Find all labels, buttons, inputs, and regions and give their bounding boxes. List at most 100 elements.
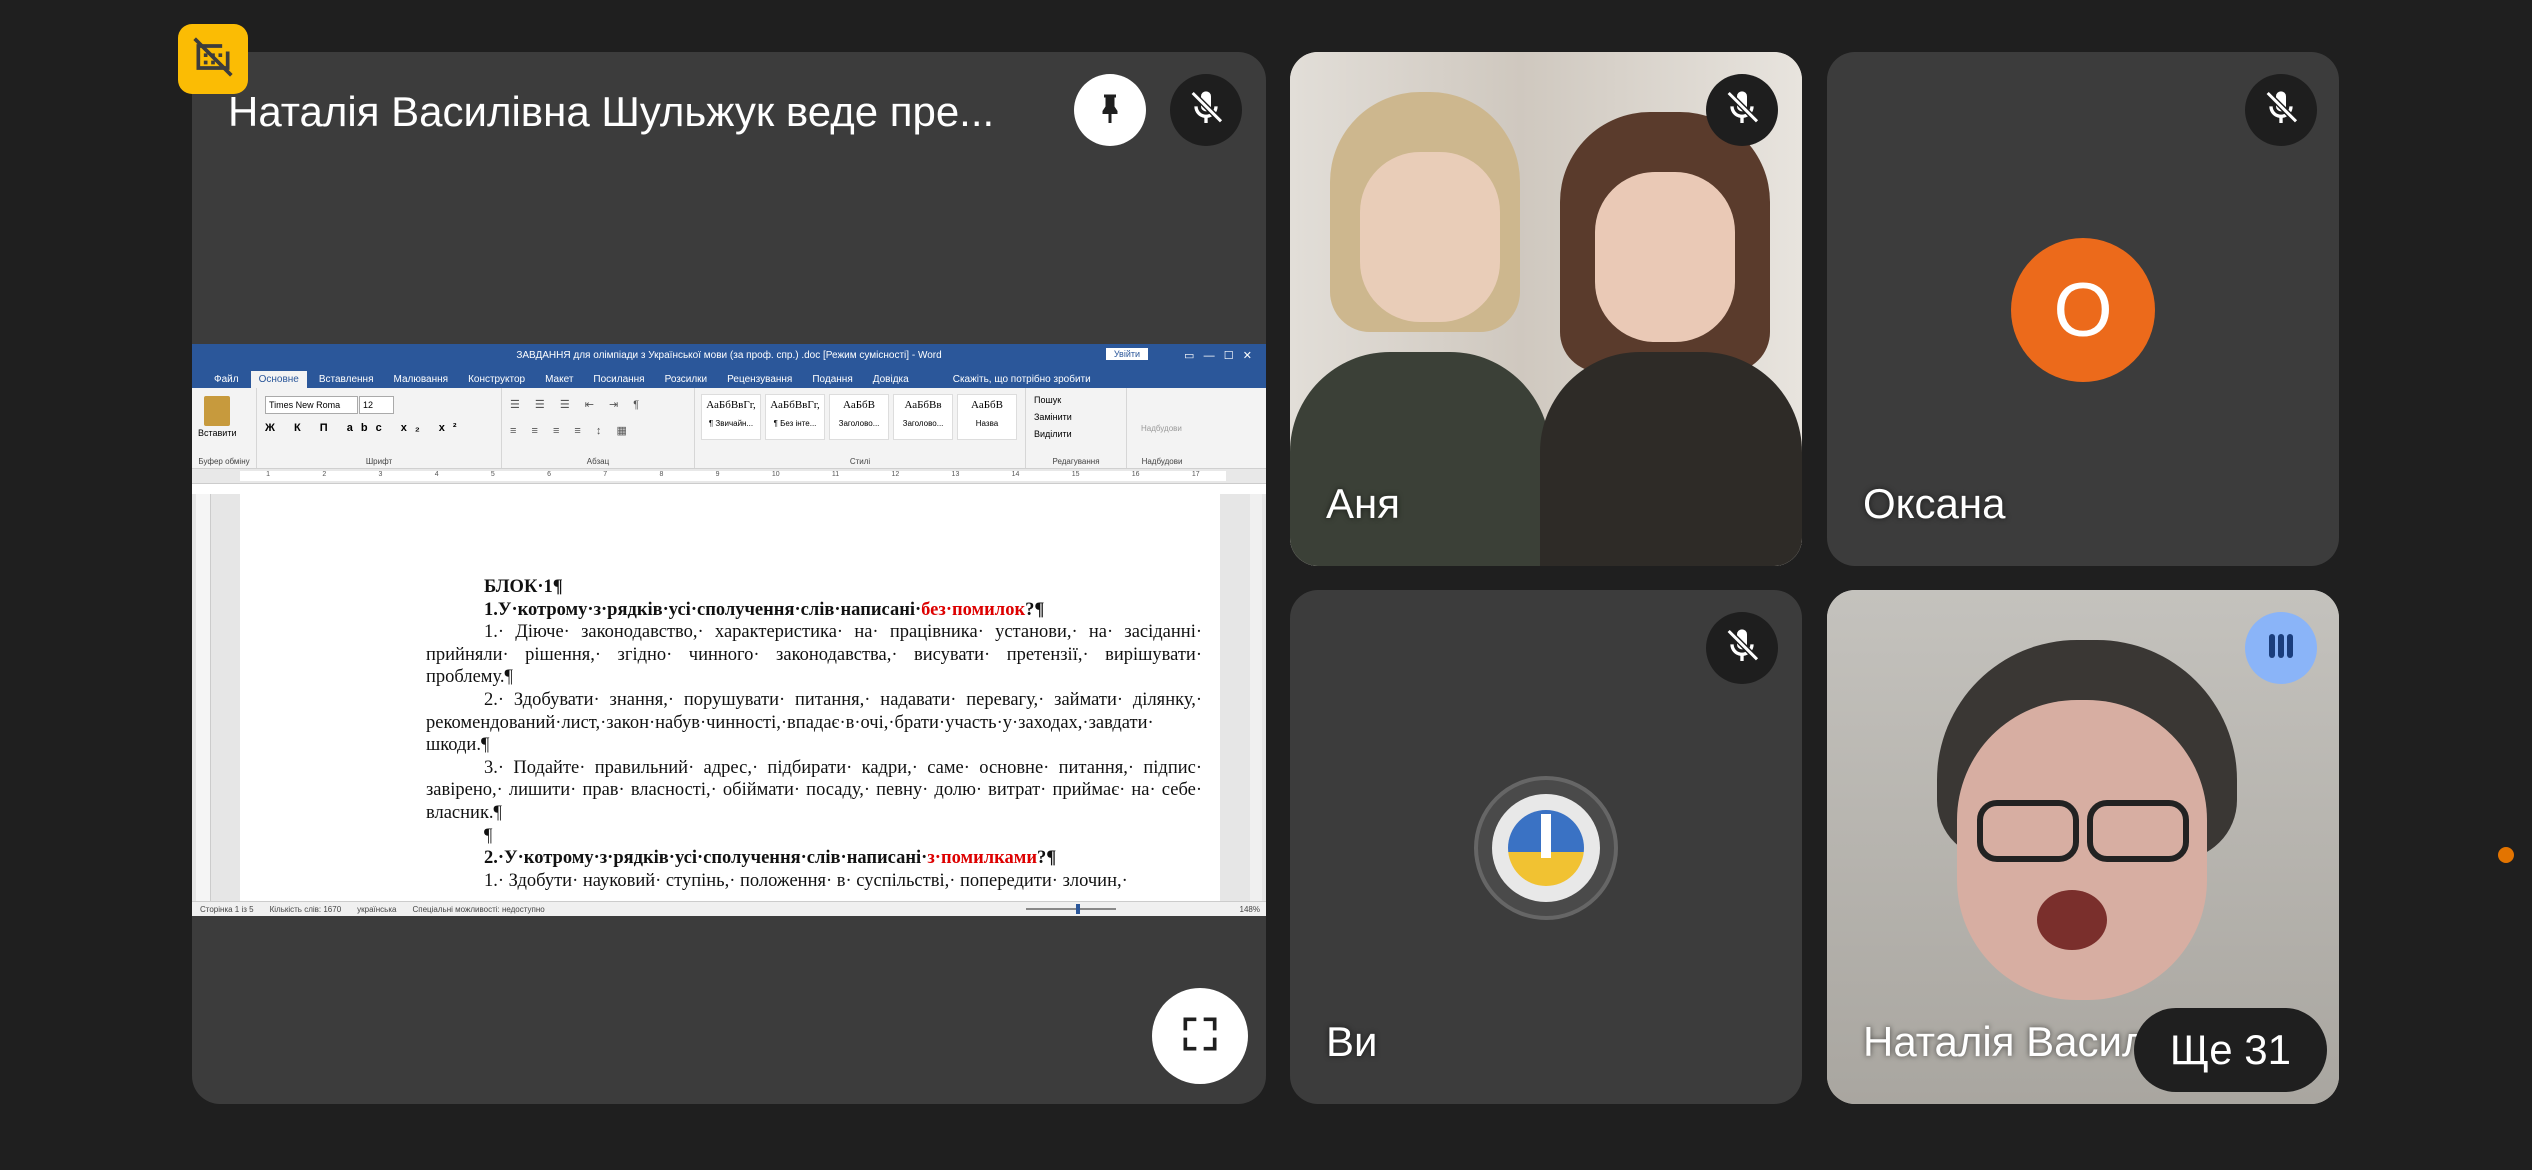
activity-dot (2498, 847, 2514, 863)
editing-item[interactable]: Пошук (1034, 392, 1126, 409)
participant-tile-self[interactable]: Ви (1290, 590, 1802, 1104)
clipboard-group: Вставити Буфер обміну (192, 388, 257, 468)
style-item[interactable]: АаБбВ Назва (957, 394, 1017, 440)
ribbon-tab[interactable]: Подання (804, 371, 860, 388)
shared-screen: ЗАВДАННЯ для олімпіади з Української мов… (192, 344, 1266, 916)
group-label: Шрифт (365, 457, 393, 466)
editing-items: Пошук Замінити Виділити (1026, 388, 1126, 443)
group-label: Буфер обміну (198, 457, 250, 466)
participant-name: Наталія Васил (1863, 1018, 2147, 1065)
ribbon-tab[interactable]: Конструктор (460, 371, 533, 388)
mic-off-button[interactable] (1170, 74, 1242, 146)
ribbon: Вставити Буфер обміну Times New Roma 12 … (192, 388, 1266, 469)
ribbon-tab[interactable]: Основне (250, 371, 307, 388)
document-page[interactable]: БЛОК·1¶ 1.У·котрому·з·рядків·усі·сполуче… (240, 494, 1220, 902)
format-buttons[interactable]: Ж К П abc x₂ x² (265, 422, 465, 434)
style-name: ¶ Без інте... (773, 419, 817, 428)
align-buttons[interactable]: ≡ ≡ ≡ ≡ ↕ ▦ (510, 424, 633, 437)
style-sample: АаБбВв (904, 399, 942, 411)
group-label: Надбудови (1141, 457, 1183, 466)
page-count: Сторінка 1 із 5 (200, 904, 254, 914)
participant-tile-natalia[interactable]: Наталія Васил Ще 31 (1827, 590, 2339, 1104)
style-sample: АаБбВ (971, 399, 1003, 411)
language: українська (357, 904, 397, 914)
mic-off-icon (1186, 88, 1226, 133)
avatar: О (2011, 238, 2155, 382)
style-name: Заголово... (838, 419, 880, 428)
addins-button[interactable]: Надбудови (1141, 424, 1182, 433)
ribbon-tab[interactable]: Довідка (865, 371, 917, 388)
font-size-select[interactable]: 12 (359, 396, 394, 414)
ribbon-tab[interactable]: Малювання (386, 371, 457, 388)
presenting-badge[interactable] (178, 24, 248, 94)
style-sample: АаБбВ (843, 399, 875, 411)
pin-button[interactable] (1074, 74, 1146, 146)
mic-off-icon (1722, 88, 1762, 133)
paste-icon (204, 396, 230, 426)
ribbon-tab[interactable]: Макет (537, 371, 581, 388)
stop-presenting-icon (191, 35, 235, 84)
style-item[interactable]: АаБбВ Заголово... (829, 394, 889, 440)
ribbon-tab[interactable]: Розсилки (657, 371, 716, 388)
participant-tile-oksana[interactable]: О Оксана (1827, 52, 2339, 566)
accessibility: Спеціальні можливості: недоступно (412, 904, 545, 914)
status-bar: Сторінка 1 із 5 Кількість слів: 1670 укр… (192, 901, 1266, 916)
font-group: Times New Roma 12 Ж К П abc x₂ x² Шрифт (257, 388, 502, 468)
ribbon-tab[interactable]: Рецензування (719, 371, 800, 388)
style-item[interactable]: АаБбВвГг, ¶ Без інте... (765, 394, 825, 440)
ribbon-tab[interactable]: Посилання (585, 371, 652, 388)
zoom-level: 148% (1239, 904, 1260, 914)
participant-name: Ви (1326, 1018, 1378, 1065)
horizontal-ruler: 1 2 3 4 5 6 7 8 9 10 11 12 13 14 15 16 17 (192, 469, 1266, 484)
tell-me-search[interactable]: Скажіть, що потрібно зробити (945, 371, 1099, 388)
ribbon-tabs: Файл Основне Вставлення Малювання Конструкто… (192, 366, 1266, 388)
style-name: Назва (975, 419, 999, 428)
audio-level-icon (2263, 628, 2299, 669)
styles-group: АаБбВвГг, ¶ Звичайн... АаБбВвГг, ¶ Без інте… (695, 388, 1026, 468)
vertical-scrollbar[interactable] (1250, 494, 1262, 902)
mic-off-indicator (1706, 612, 1778, 684)
style-item[interactable]: АаБбВвГг, ¶ Звичайн... (701, 394, 761, 440)
pin-icon (1092, 90, 1128, 131)
speaking-indicator (2245, 612, 2317, 684)
paragraph-4: 1.· Здобути· науковий· ступінь,· положен… (484, 870, 1128, 891)
style-name: ¶ Звичайн... (708, 419, 754, 428)
editing-item[interactable]: Виділити (1034, 426, 1126, 443)
word-titlebar: ЗАВДАННЯ для олімпіади з Української мов… (192, 344, 1266, 366)
paragraph-1: 1.· Діюче· законодавство,· характеристик… (426, 622, 1202, 688)
participant-name: Оксана (1863, 480, 2006, 527)
style-item[interactable]: АаБбВв Заголово... (893, 394, 953, 440)
presentation-tile: Наталія Василівна Шульжук веде пре... ЗА… (192, 52, 1266, 1104)
question-1: 1.У·котрому·з·рядків·усі·сполучення·слів… (484, 599, 1045, 620)
fullscreen-icon (1178, 1012, 1222, 1061)
more-participants-button[interactable]: Ще 31 (2133, 1008, 2327, 1092)
style-sample: АаБбВвГг, (770, 399, 820, 411)
login-button[interactable]: Увійти (1105, 348, 1148, 360)
editing-item[interactable]: Замінити (1034, 409, 1126, 426)
ribbon-tab[interactable]: Вставлення (311, 371, 382, 388)
word-count: Кількість слів: 1670 (269, 904, 342, 914)
font-name-select[interactable]: Times New Roma (265, 396, 358, 414)
question-2: 2.·У·котрому·з·рядків·усі·сполучення·слі… (484, 848, 1057, 869)
mic-off-indicator (1706, 74, 1778, 146)
addins-group: Надбудови Надбудови (1127, 388, 1197, 468)
paste-button[interactable]: Вставити (198, 428, 237, 438)
presenter-name: Наталія Василівна Шульжук веде пре... (228, 88, 995, 135)
mic-off-icon (1722, 626, 1762, 671)
participant-tile-anya[interactable]: Аня (1290, 52, 1802, 566)
zoom-slider[interactable] (1026, 904, 1116, 914)
faculty-logo (1474, 776, 1618, 920)
ribbon-tab[interactable]: Файл (206, 371, 247, 388)
editing-group: Пошук Замінити Виділити Редагування (1026, 388, 1127, 468)
style-sample: АаБбВвГг, (706, 399, 756, 411)
participant-name: Аня (1326, 480, 1400, 527)
fullscreen-button[interactable] (1152, 988, 1248, 1084)
vertical-ruler (196, 494, 211, 902)
paragraph-3: 3.· Подайте· правильний· адрес,· підбира… (426, 757, 1202, 823)
document-title: ЗАВДАННЯ для олімпіади з Української мов… (516, 349, 942, 361)
window-controls[interactable]: ▭ — ☐ ✕ (1184, 349, 1252, 362)
paragraph-2: 2.· Здобувати· знання,· порушувати· пита… (426, 689, 1202, 756)
list-buttons[interactable]: ☰ ☰ ☰ ⇤ ⇥ ¶ (510, 398, 645, 411)
paragraph-group: ☰ ☰ ☰ ⇤ ⇥ ¶ ≡ ≡ ≡ ≡ ↕ ▦ Абзац (502, 388, 695, 468)
styles-gallery: АаБбВвГг, ¶ Звичайн... АаБбВвГг, ¶ Без інте… (695, 388, 1025, 440)
